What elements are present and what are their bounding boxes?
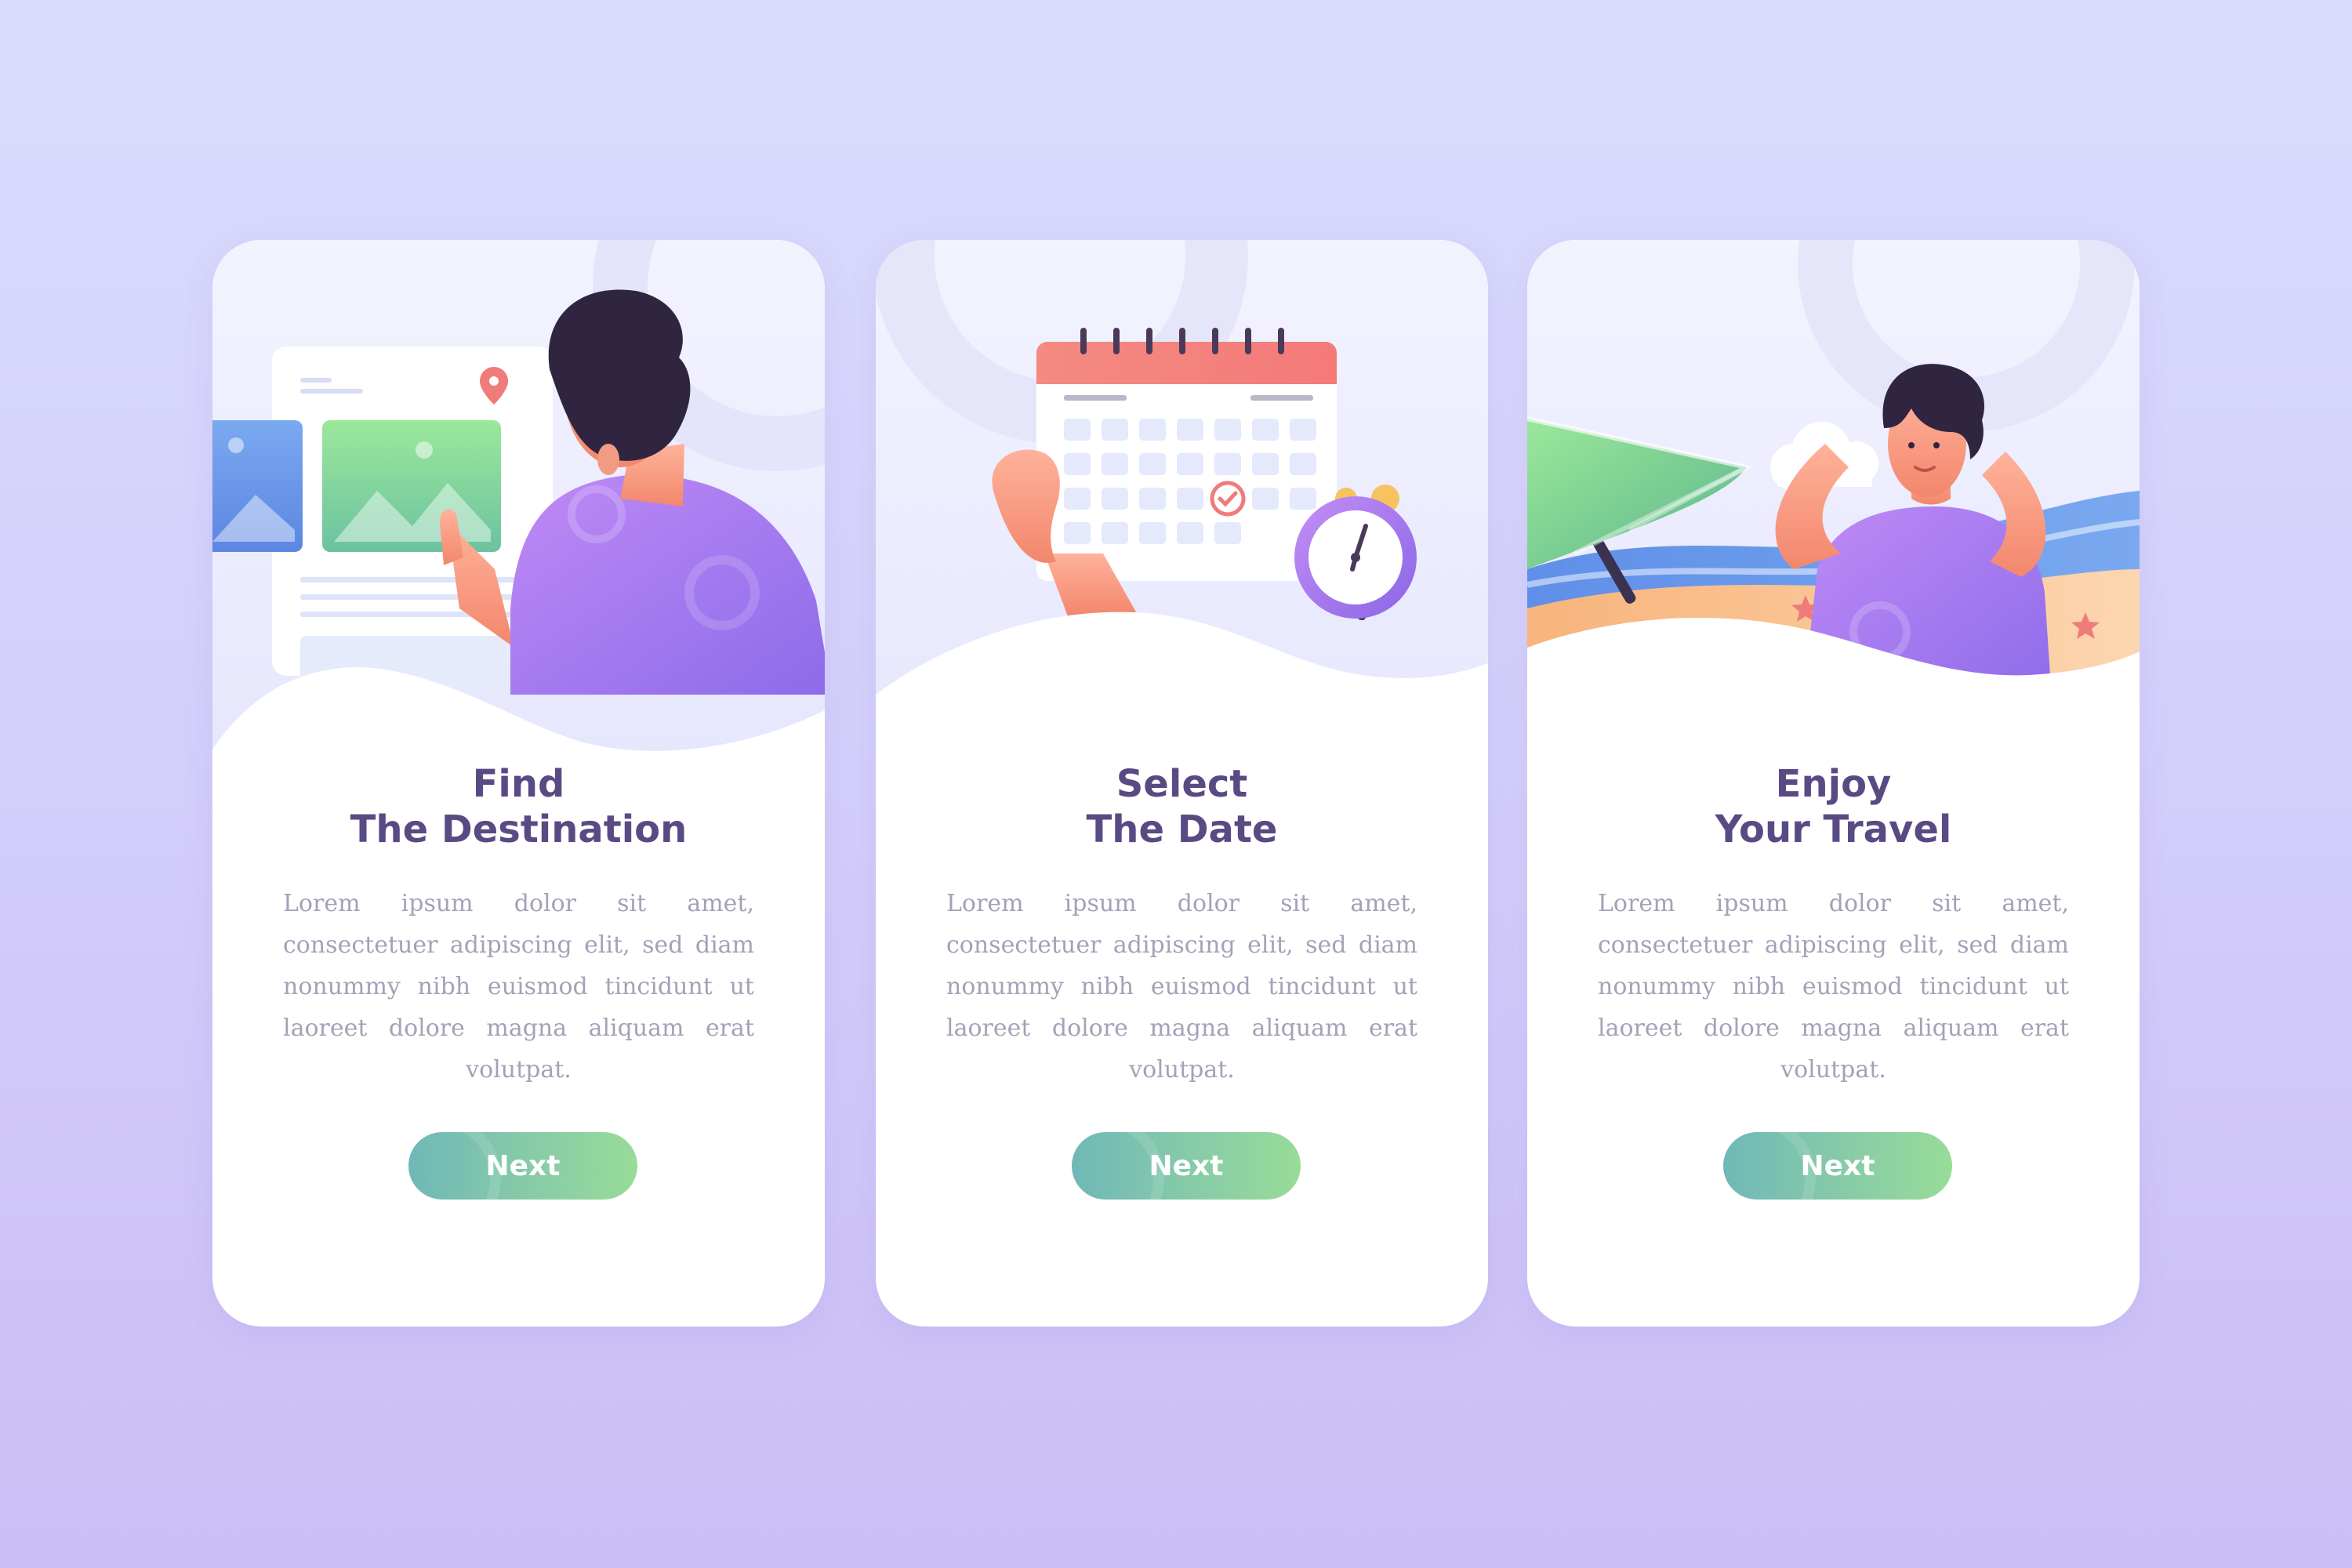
card-description: Lorem ipsum dolor sit amet, consectetuer… [946, 890, 1417, 1083]
onboarding-card-select-date: Select The Date Lorem ipsum dolor sit am… [876, 240, 1488, 1327]
next-button[interactable]: Next [1723, 1132, 1952, 1200]
title-line-1: Enjoy [1775, 762, 1892, 806]
next-button[interactable]: Next [408, 1132, 637, 1200]
card-title: Select The Date [876, 761, 1488, 852]
card-description: Lorem ipsum dolor sit amet, consectetuer… [1598, 890, 2069, 1083]
title-line-2: The Destination [350, 808, 688, 851]
enjoy-travel-illustration [1527, 240, 2140, 757]
gallery-photo-icon [212, 420, 303, 552]
title-line-1: Select [1116, 762, 1248, 806]
title-line-2: Your Travel [1715, 808, 1952, 851]
selected-date-check-icon [1210, 481, 1246, 517]
select-date-illustration [876, 240, 1488, 757]
onboarding-card-find-destination: Find The Destination Lorem ipsum dolor s… [212, 240, 825, 1327]
card-title: Find The Destination [212, 761, 825, 852]
calendar-icon [1036, 328, 1337, 581]
onboarding-card-enjoy-travel: Enjoy Your Travel Lorem ipsum dolor sit … [1527, 240, 2140, 1327]
card-title: Enjoy Your Travel [1527, 761, 2140, 852]
destination-photo-icon [322, 420, 501, 552]
next-button[interactable]: Next [1072, 1132, 1301, 1200]
find-destination-illustration [212, 240, 825, 757]
card-description: Lorem ipsum dolor sit amet, consectetuer… [283, 890, 754, 1083]
title-line-2: The Date [1086, 808, 1278, 851]
title-line-1: Find [472, 762, 565, 806]
